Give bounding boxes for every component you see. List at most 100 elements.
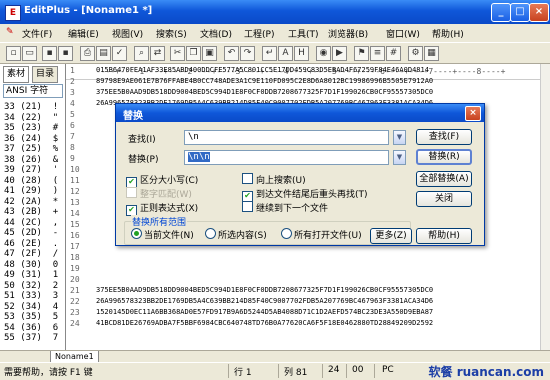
editor-line[interactable]: 26A996578323BB2DE1769DB5A4C639BB214D85F4… [96, 297, 433, 305]
char-list-item[interactable]: 54 (36) 6 [4, 323, 58, 333]
scope-current-file-radio[interactable]: 当前文件(N) [131, 228, 194, 241]
print-icon[interactable]: ⎙ [80, 46, 95, 61]
search-up-checkbox[interactable]: 向上搜索(U) [242, 173, 306, 186]
settings-icon[interactable]: ⚙ [408, 46, 423, 61]
continue-next-file-checkbox[interactable]: 继续到下一个文件 [242, 201, 328, 214]
minimize-button[interactable]: _ [491, 3, 511, 22]
doc-menu-icon[interactable]: ✎ [6, 27, 14, 37]
hex-icon[interactable]: H [294, 46, 309, 61]
char-list-item[interactable]: 36 (24) $ [4, 134, 58, 144]
char-list-item[interactable]: 48 (30) 0 [4, 260, 58, 270]
menu-edit[interactable]: 编辑(E) [68, 27, 99, 40]
more-button[interactable]: 更多(Z) [370, 228, 412, 244]
line-number: 10 [70, 165, 80, 174]
char-list-item[interactable]: 46 (2E) . [4, 239, 58, 249]
maximize-button[interactable]: □ [510, 3, 530, 22]
char-list-item[interactable]: 33 (21) ! [4, 102, 58, 112]
char-list-item[interactable]: 49 (31) 1 [4, 270, 58, 280]
preview-icon[interactable]: ▶ [332, 46, 347, 61]
find-icon[interactable]: ⌕ [134, 46, 149, 61]
close-window-button[interactable]: × [529, 3, 549, 22]
open-file-icon[interactable]: ▭ [22, 46, 37, 61]
char-list-item[interactable]: 37 (25) % [4, 144, 58, 154]
help-button[interactable]: 帮助(H) [416, 228, 472, 244]
save-icon[interactable]: ▪ [42, 46, 57, 61]
scope-all-open-radio[interactable]: 所有打开文件(U) [281, 228, 362, 241]
find-button[interactable]: 查找(F) [416, 129, 472, 145]
replace-icon[interactable]: ⇄ [150, 46, 165, 61]
menu-search[interactable]: 搜索(S) [156, 27, 187, 40]
find-history-dropdown[interactable]: ▼ [393, 130, 406, 145]
title-bar[interactable]: E EditPlus - [Noname1 *] _ □ × [0, 0, 550, 24]
tab-directory[interactable]: 目录 [32, 66, 59, 83]
redo-icon[interactable]: ↷ [240, 46, 255, 61]
vertical-scrollbar[interactable] [540, 64, 550, 350]
char-list-item[interactable]: 45 (2D) - [4, 228, 58, 238]
char-list-item[interactable]: 34 (22) " [4, 113, 58, 123]
menu-tools[interactable]: 工具(T) [288, 27, 319, 40]
close-button[interactable]: 关闭 [416, 191, 472, 207]
status-help: 需要帮助，请按 F1 键 [4, 368, 93, 378]
char-list-item[interactable]: 40 (28) ( [4, 176, 58, 186]
browser-icon[interactable]: ◉ [316, 46, 331, 61]
char-list-item[interactable]: 39 (27) ' [4, 165, 58, 175]
char-list-item[interactable]: 50 (32) 2 [4, 281, 58, 291]
copy-icon[interactable]: ❐ [186, 46, 201, 61]
editor-line[interactable]: 015B6470FEA1AF33E85ABD400DDCFE577A5C801C… [96, 66, 429, 74]
spellcheck-icon[interactable]: ✓ [112, 46, 127, 61]
replace-input[interactable]: \n\n [184, 150, 389, 165]
char-list-item[interactable]: 55 (37) 7 [4, 333, 58, 343]
charset-select[interactable]: ANSI 字符 [3, 84, 63, 98]
save-all-icon[interactable]: ▪ [58, 46, 73, 61]
dialog-title-bar[interactable]: 替换 × [116, 104, 484, 122]
editor-line[interactable]: 89798E9AE061E7B76FFABE4B0CC748ADE3A1C9E1… [96, 77, 433, 85]
char-list-item[interactable]: 44 (2C) , [4, 218, 58, 228]
dialog-close-icon[interactable]: × [465, 106, 481, 121]
print-preview-icon[interactable]: ▤ [96, 46, 111, 61]
ruler-icon[interactable]: ≡ [370, 46, 385, 61]
undo-icon[interactable]: ↶ [224, 46, 239, 61]
find-input[interactable]: \n [184, 130, 389, 145]
editor-line[interactable]: 1520145D0EC11A6BB368AD0E57FD917B9A6D5244… [96, 308, 433, 316]
paste-icon[interactable]: ▣ [202, 46, 217, 61]
char-list-item[interactable]: 47 (2F) / [4, 249, 58, 259]
replace-button[interactable]: 替换(R) [416, 149, 472, 165]
char-list-item[interactable]: 52 (34) 4 [4, 302, 58, 312]
whole-word-checkbox[interactable]: 整字匹配(W) [126, 187, 192, 200]
menu-document[interactable]: 文档(D) [200, 27, 232, 40]
new-file-icon[interactable]: ▫ [6, 46, 21, 61]
line-number: 12 [70, 187, 80, 196]
font-icon[interactable]: A [278, 46, 293, 61]
char-list-item[interactable]: 42 (2A) * [4, 197, 58, 207]
char-list-item[interactable]: 53 (35) 5 [4, 312, 58, 322]
match-case-checkbox[interactable]: ✔ 区分大小写(C) [126, 173, 198, 188]
char-list-item[interactable]: 38 (26) & [4, 155, 58, 165]
menu-window[interactable]: 窗口(W) [386, 27, 420, 40]
char-list-item[interactable]: 51 (33) 3 [4, 291, 58, 301]
regex-checkbox[interactable]: ✔ 正则表达式(X) [126, 201, 198, 216]
line-number-icon[interactable]: # [386, 46, 401, 61]
menu-file[interactable]: 文件(F) [22, 27, 52, 40]
menu-browser[interactable]: 浏览器(B) [328, 27, 368, 40]
wrap-around-checkbox[interactable]: ✔ 到达文件结尾后重头再找(T) [242, 187, 368, 202]
app-icon[interactable]: E [5, 5, 21, 21]
replace-value: \n\n [188, 152, 210, 162]
editor-line[interactable]: 375EE5B0AAD9DB518DD9004BED5C994D1E8F0CF0… [96, 88, 433, 96]
directory-icon[interactable]: ▦ [424, 46, 439, 61]
char-list-item[interactable]: 43 (2B) + [4, 207, 58, 217]
word-wrap-icon[interactable]: ↵ [262, 46, 277, 61]
cut-icon[interactable]: ✂ [170, 46, 185, 61]
tab-cliptext[interactable]: 素材 [3, 66, 30, 83]
menu-project[interactable]: 工程(P) [244, 27, 274, 40]
menu-help[interactable]: 帮助(H) [432, 27, 464, 40]
char-list-item[interactable]: 41 (29) ) [4, 186, 58, 196]
replace-all-button[interactable]: 全部替换(A) [416, 171, 472, 187]
editor-line[interactable]: 41BCD81DE26769ADBA7F5BBF6984CBC640748TD7… [96, 319, 433, 327]
replace-scope-legend: 替换所有范围 [131, 215, 188, 228]
scope-selection-radio[interactable]: 所选内容(S) [205, 228, 267, 241]
editor-line[interactable]: 375EE5B0AAD9DB518DD9004BED5C994D1E8F0CF0… [96, 286, 433, 294]
menu-view[interactable]: 视图(V) [112, 27, 143, 40]
char-list-item[interactable]: 35 (23) # [4, 123, 58, 133]
replace-history-dropdown[interactable]: ▼ [393, 150, 406, 165]
bookmark-icon[interactable]: ⚑ [354, 46, 369, 61]
